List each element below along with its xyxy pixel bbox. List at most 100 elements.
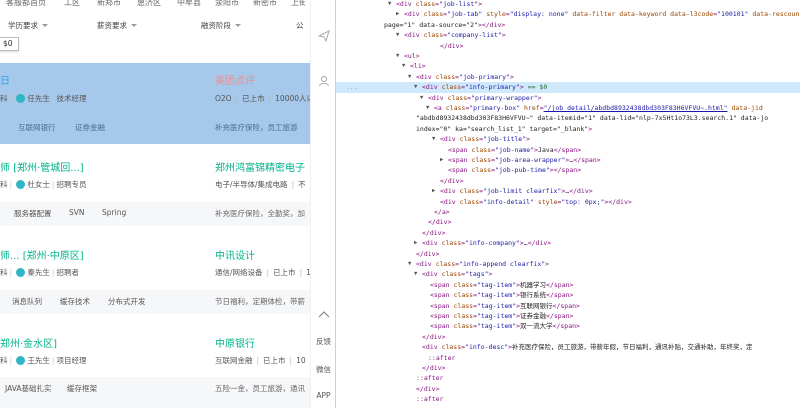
district-link[interactable]: 中牟县	[177, 0, 201, 8]
job-card[interactable]: 日 美团点评 科 | 任先生 | 技术经理 O2O | 已上市 | 10000人以 互联网银行…	[0, 63, 314, 144]
expand-triangle-icon[interactable]: ▼	[414, 82, 417, 92]
dom-node-markup: <span class="job-name">Java</span>	[448, 145, 582, 154]
dom-node[interactable]: <span class="job-name">Java</span>	[336, 145, 800, 155]
back-to-top-button[interactable]	[311, 310, 335, 321]
company-meta: O2O | 已上市 | 10000人以	[215, 94, 315, 103]
company-stage: 已上市	[273, 268, 296, 277]
company-industry: O2O	[215, 94, 232, 103]
job-title[interactable]: 师... [郑州·中原区]	[0, 247, 84, 262]
feedback-button[interactable]: 反馈	[311, 336, 335, 347]
dom-node[interactable]: ▼ <ul>	[336, 51, 800, 61]
company-name[interactable]: 郑州鸿富锦精密电子	[215, 159, 305, 174]
dom-node[interactable]: ▼ <div class="primary-wrapper">	[336, 93, 800, 103]
district-link[interactable]: 惠济区	[137, 0, 161, 8]
dom-node[interactable]: ▼ <div class="job-primary">	[336, 72, 800, 82]
dom-node-markup: <div class="tags">	[422, 270, 493, 279]
salary-filter[interactable]: 薪资要求	[97, 20, 137, 31]
scale-filter[interactable]: 公	[296, 20, 304, 31]
dom-node-selected[interactable]: ... ▼ <div class="info-primary"> == $0	[336, 82, 800, 93]
dom-node[interactable]: <span class="tag-item">银行系统</span>	[336, 290, 800, 300]
dom-node[interactable]: ::after	[336, 394, 800, 404]
district-link[interactable]: 客服都首页	[6, 0, 46, 8]
dom-node-markup: index="0" ka="search_list_1" target="_bl…	[416, 124, 593, 133]
dom-node[interactable]: <div class="info-detail" style="top: 0px…	[336, 197, 800, 207]
dom-node[interactable]: ▼ <div class="info-append clearfix">	[336, 259, 800, 269]
dom-node[interactable]: </div>	[336, 249, 800, 259]
expand-triangle-icon[interactable]: ▼	[420, 93, 423, 103]
tag-row: 消息队列 缓存技术 分布式开发 节日福利，定期体检，带薪	[0, 290, 310, 314]
dom-node[interactable]: ▼ <a class="primary-box" href="/job_detai…	[336, 103, 800, 113]
district-link[interactable]: 荥阳市	[215, 0, 239, 8]
collapse-triangle-icon[interactable]: ▶	[396, 9, 399, 19]
skill-tag: 证券金融	[75, 123, 105, 132]
element-inspect-tooltip: $0	[0, 37, 19, 51]
dom-node[interactable]: </div>	[336, 41, 800, 51]
dom-node[interactable]: ▼ <div class="company-list">	[336, 30, 800, 40]
dom-node[interactable]: ▼ <div class="job-title">	[336, 134, 800, 144]
chevron-down-icon	[42, 24, 48, 27]
company-name[interactable]: 美团点评	[215, 72, 255, 87]
dom-node[interactable]: <div class="info-desc">补充医疗保险，员工旅游，带薪年假，…	[336, 342, 800, 352]
district-link[interactable]: 新郑市	[97, 0, 121, 8]
expand-triangle-icon[interactable]: ▼	[408, 259, 411, 269]
expand-triangle-icon[interactable]: ▼	[396, 30, 399, 40]
dom-node[interactable]: </a>	[336, 207, 800, 217]
expand-triangle-icon[interactable]: ▼	[388, 0, 391, 9]
dom-node-markup: </div>	[440, 176, 464, 185]
dom-node[interactable]: <span class="tag-item">互联网银行</span>	[336, 301, 800, 311]
dom-node[interactable]: ▼ <li>	[336, 61, 800, 71]
expand-triangle-icon[interactable]: ▼	[432, 134, 435, 144]
dom-node[interactable]: page="1" data-source="2"></div>	[336, 20, 800, 30]
job-title[interactable]: 郑州·金水区]	[0, 335, 57, 350]
send-resume-button[interactable]	[311, 30, 335, 45]
dom-node[interactable]: ▶ <span class="job-area-wrapper">…</span>	[336, 155, 800, 165]
dom-node[interactable]: ::after	[336, 353, 800, 363]
dom-node-markup: </div>	[416, 249, 440, 258]
education-filter[interactable]: 学历要求	[8, 20, 48, 31]
recruiter-role: 招聘专员	[56, 180, 87, 189]
dom-node[interactable]: ▶ <div class="job-limit clearfix">…</div>	[336, 186, 800, 196]
dom-node[interactable]: ▼ <div class="job-list">	[336, 0, 800, 9]
district-link[interactable]: 上街区	[291, 0, 305, 8]
company-name[interactable]: 中原银行	[215, 335, 255, 350]
dom-node[interactable]: ▶ <div class="job-tab" style="display: no…	[336, 9, 800, 19]
district-link[interactable]: 新密市	[253, 0, 277, 8]
funding-filter[interactable]: 融资阶段	[201, 20, 241, 31]
dom-node[interactable]: </div>	[336, 176, 800, 186]
job-card[interactable]: 师 [郑州·管城回...] 郑州鸿富锦精密电子 科 | 杜女士 | 招聘专员 电子/半…	[0, 152, 310, 230]
job-card[interactable]: 师... [郑州·中原区] 中讯设计 科 | 秦先生 | 招聘者 通信/网络设备 | 已上…	[0, 239, 311, 319]
floating-side-rail: 反馈 微信 APP	[310, 0, 335, 408]
dom-node[interactable]: ▼ <div class="tags">	[336, 269, 800, 279]
dom-node[interactable]: <span class="tag-item">证券金融</span>	[336, 311, 800, 321]
dom-node[interactable]: </div>	[336, 363, 800, 373]
app-download-button[interactable]: APP	[311, 391, 335, 400]
profile-button[interactable]	[311, 75, 335, 90]
dom-node[interactable]: ::after	[336, 373, 800, 383]
dom-node[interactable]: </div>	[336, 332, 800, 342]
expand-triangle-icon[interactable]: ▼	[414, 269, 417, 279]
expand-triangle-icon[interactable]: ▼	[408, 72, 411, 82]
dom-node[interactable]: </div>	[336, 228, 800, 238]
dom-node[interactable]: ▶ <div class="info-company">…</div>	[336, 238, 800, 248]
ellipsis-icon[interactable]: ...	[346, 82, 358, 92]
expand-triangle-icon[interactable]: ▼	[396, 51, 399, 61]
dom-node[interactable]: <span class="job-pub-time"></span>	[336, 165, 800, 175]
company-size: 10	[296, 356, 306, 365]
job-title[interactable]: 日	[0, 72, 10, 87]
dom-node[interactable]: <span class="tag-item">双一流大学</span>	[336, 321, 800, 331]
collapse-triangle-icon[interactable]: ▶	[440, 155, 443, 165]
dom-node[interactable]: index="0" ka="search_list_1" target="_bl…	[336, 124, 800, 134]
company-name[interactable]: 中讯设计	[215, 247, 255, 262]
district-link[interactable]: 工区	[64, 0, 80, 8]
dom-node[interactable]: </div>	[336, 384, 800, 394]
expand-triangle-icon[interactable]: ▼	[426, 103, 429, 113]
collapse-triangle-icon[interactable]: ▶	[432, 186, 435, 196]
dom-node[interactable]: </div>	[336, 217, 800, 227]
dom-node[interactable]: "abdbd8932438dbd303F83H6VFVU~" data-item…	[336, 113, 800, 123]
wechat-button[interactable]: 微信	[311, 364, 335, 375]
job-card[interactable]: 郑州·金水区] 中原银行 科 | 王先生 | 项目经理 互联网金融 | 已上市 | 10 JA…	[0, 329, 310, 408]
dom-node[interactable]: <span class="tag-item">机器学习</span>	[336, 280, 800, 290]
collapse-triangle-icon[interactable]: ▶	[414, 238, 417, 248]
expand-triangle-icon[interactable]: ▼	[402, 61, 405, 71]
job-title[interactable]: 师 [郑州·管城回...]	[0, 159, 84, 174]
